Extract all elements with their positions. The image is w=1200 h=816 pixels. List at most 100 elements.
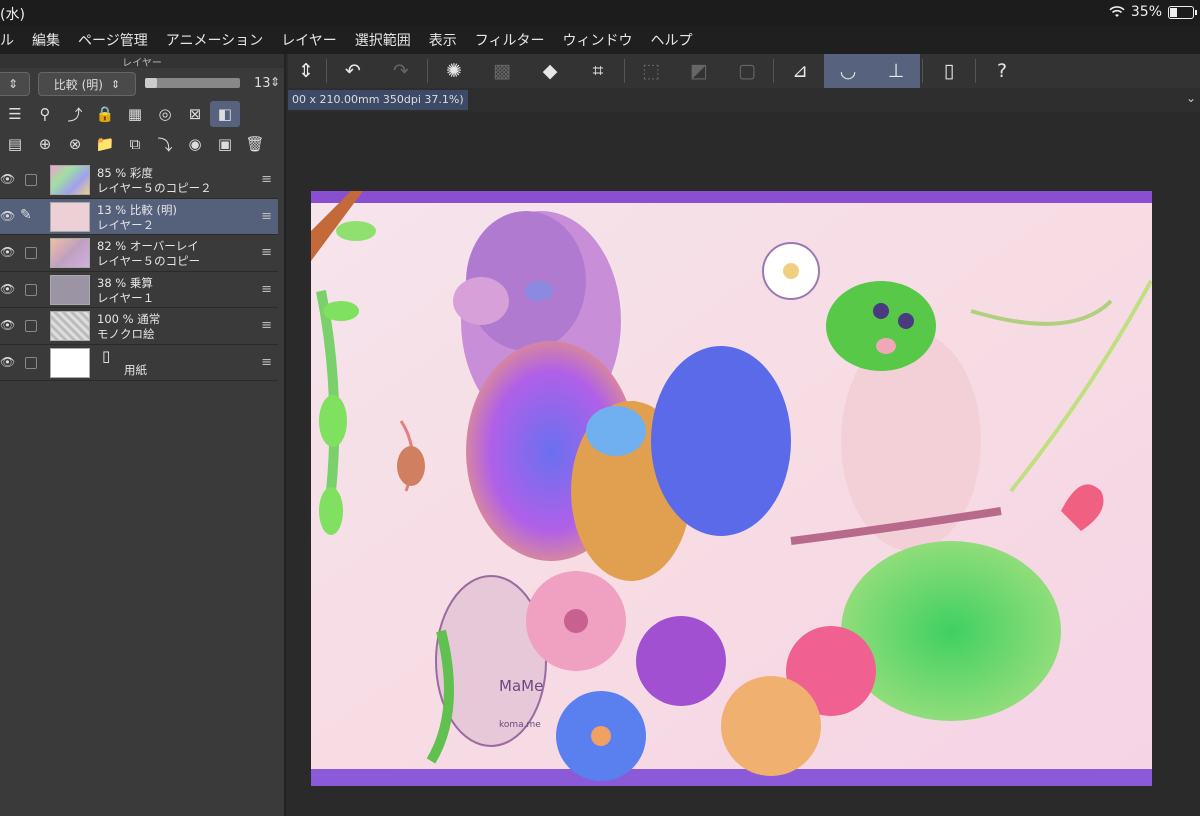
drag-handle-icon[interactable]: ≡ xyxy=(261,172,272,187)
show-selection-icon[interactable]: ▢ xyxy=(723,54,771,88)
layer-checkbox[interactable] xyxy=(25,320,37,332)
transfer-layer-icon[interactable]: ⧉ xyxy=(120,131,150,157)
stack-icon[interactable]: ☰ xyxy=(0,101,30,127)
document-tab[interactable]: 00 x 210.00mm 350dpi 37.1%) xyxy=(288,90,468,110)
drag-handle-icon[interactable]: ≡ xyxy=(261,355,272,370)
snap-grid-icon[interactable]: ⊥ xyxy=(872,54,920,88)
merge-layer-icon[interactable]: ⤵ xyxy=(150,131,180,157)
eye-icon[interactable]: 👁 xyxy=(0,172,15,186)
layer-list: 👁 85 % 彩度 レイヤー５のコピー２ ≡ 👁 ✎ 13 % 比較 (明) レ… xyxy=(0,162,278,381)
fill-icon[interactable]: ◆ xyxy=(526,54,574,88)
new-raster-layer-icon[interactable]: ⊕ xyxy=(30,131,60,157)
deselect-icon[interactable]: ⬚ xyxy=(627,54,675,88)
wifi-icon xyxy=(1109,6,1125,17)
opacity-stepper[interactable]: ⇕ xyxy=(270,75,280,89)
menu-item-page[interactable]: ページ管理 xyxy=(78,30,148,50)
drag-handle-icon[interactable]: ≡ xyxy=(261,209,272,224)
battery-icon xyxy=(1168,5,1197,19)
color-mode-select[interactable]: ⇕ xyxy=(0,72,30,96)
layer-name: レイヤー５のコピー２ xyxy=(97,181,212,195)
menu-item-help[interactable]: ヘルプ xyxy=(651,30,693,50)
snap-ruler-icon[interactable]: ⊿ xyxy=(776,54,824,88)
redo-icon[interactable]: ↷ xyxy=(377,54,425,88)
transform-icon[interactable]: ⌗ xyxy=(574,54,622,88)
layer-color-icon[interactable]: ◧ xyxy=(210,101,240,127)
layer-checkbox[interactable] xyxy=(25,174,37,186)
chevron-updown-icon: ⇕ xyxy=(110,77,121,91)
layer-name: モノクロ絵 xyxy=(97,327,155,341)
layer-options-row: ☰ ⚲ ⤴ 🔒 ▦ ◎ ⊠ ◧ xyxy=(0,100,286,128)
blend-mode-value: 比較 (明) xyxy=(53,77,103,92)
layer-info: 82 % オーバーレイ xyxy=(97,239,199,253)
toolbar-divider xyxy=(326,59,327,83)
layer-checkbox[interactable] xyxy=(25,283,37,296)
invert-selection-icon[interactable]: ◩ xyxy=(675,54,723,88)
new-vector-layer-icon[interactable]: ⊗ xyxy=(60,131,90,157)
drag-handle-icon[interactable]: ≡ xyxy=(261,245,272,260)
layer-row[interactable]: 👁 38 % 乗算 レイヤー１ ≡ xyxy=(0,271,278,308)
layer-row[interactable]: 👁 82 % オーバーレイ レイヤー５のコピー ≡ xyxy=(0,235,278,272)
layer-mask-apply-icon[interactable]: ▣ xyxy=(210,131,240,157)
opacity-slider[interactable] xyxy=(145,78,240,88)
loading-icon[interactable]: ✺ xyxy=(430,54,478,88)
layer-info: 13 % 比較 (明) xyxy=(97,202,177,217)
artwork-illustration: MaMe koma.me xyxy=(311,191,1152,786)
opacity-slider-fill xyxy=(145,78,158,88)
layer-list-icon[interactable]: ▤ xyxy=(0,131,30,157)
trash-icon[interactable]: 🗑 xyxy=(240,131,270,157)
layer-row[interactable]: 👁 85 % 彩度 レイヤー５のコピー２ ≡ xyxy=(0,162,278,199)
layer-info: 100 % 通常 xyxy=(97,312,161,326)
collapse-toolbar-icon[interactable]: ⇕ xyxy=(288,54,324,88)
layer-mask-icon[interactable]: ◉ xyxy=(180,131,210,157)
eye-icon[interactable]: 👁 xyxy=(0,355,15,369)
menu-item-layer[interactable]: レイヤー xyxy=(281,30,337,50)
layer-name: レイヤー５のコピー xyxy=(97,254,201,268)
clip-icon[interactable]: ⤴ xyxy=(60,101,90,127)
artwork-canvas[interactable]: MaMe koma.me xyxy=(311,191,1152,786)
eye-icon[interactable]: 👁 xyxy=(0,282,15,296)
eye-icon[interactable]: 👁 xyxy=(0,245,15,259)
layer-panel: レイヤー ⇕ 比較 (明) ⇕ 13 ⇕ ☰ ⚲ ⤴ 🔒 ▦ ◎ ⊠ ◧ ▤ ⊕… xyxy=(0,54,286,816)
mask-off-icon[interactable]: ⊠ xyxy=(180,101,210,127)
status-right: 35% xyxy=(1109,4,1197,20)
menu-item-file[interactable]: ル xyxy=(0,30,14,50)
menu-item-edit[interactable]: 編集 xyxy=(32,30,60,50)
menu-item-window[interactable]: ウィンドウ xyxy=(563,30,633,50)
layer-row[interactable]: 👁 ▯ 用紙 ≡ xyxy=(0,344,278,381)
blend-row: ⇕ 比較 (明) ⇕ 13 ⇕ xyxy=(0,70,286,98)
drag-handle-icon[interactable]: ≡ xyxy=(261,282,272,297)
menu-item-animation[interactable]: アニメーション xyxy=(166,30,263,50)
paper-icon: ▯ xyxy=(102,346,111,365)
eye-icon[interactable]: 👁 xyxy=(0,318,15,332)
opacity-value: 13 xyxy=(254,76,271,91)
layer-checkbox[interactable] xyxy=(25,247,37,259)
layer-checkbox[interactable] xyxy=(25,356,37,369)
layer-row[interactable]: 👁 ✎ 13 % 比較 (明) レイヤー２ ≡ xyxy=(0,198,278,235)
layer-actions-row: ▤ ⊕ ⊗ 📁 ⧉ ⤵ ◉ ▣ 🗑 xyxy=(0,130,286,158)
chevron-down-icon[interactable]: ⌄ xyxy=(1186,91,1196,105)
blend-mode-select[interactable]: 比較 (明) ⇕ xyxy=(38,72,136,96)
layer-panel-title: レイヤー xyxy=(0,54,284,69)
transparency-lock-icon[interactable]: ▦ xyxy=(120,101,150,127)
command-bar: ⇕ ↶ ↷ ✺ ▩ ◆ ⌗ ⬚ ◩ ▢ ⊿ ◡ ⊥ ▯ ? xyxy=(288,54,1200,88)
undo-icon[interactable]: ↶ xyxy=(329,54,377,88)
layer-row[interactable]: 👁 100 % 通常 モノクロ絵 ≡ xyxy=(0,308,278,345)
new-folder-icon[interactable]: 📁 xyxy=(90,131,120,157)
eye-icon[interactable]: 👁 xyxy=(0,209,15,223)
reference-layer-icon[interactable]: ⚲ xyxy=(30,101,60,127)
lock-icon[interactable]: 🔒 xyxy=(90,101,120,127)
menu-item-selection[interactable]: 選択範囲 xyxy=(355,30,411,50)
help-icon[interactable]: ? xyxy=(978,54,1026,88)
mask-icon[interactable]: ◎ xyxy=(150,101,180,127)
clear-icon[interactable]: ▩ xyxy=(478,54,526,88)
drag-handle-icon[interactable]: ≡ xyxy=(261,318,272,333)
layer-name: 用紙 xyxy=(124,362,147,377)
device-settings-icon[interactable]: ▯ xyxy=(925,54,973,88)
menu-item-filter[interactable]: フィルター xyxy=(475,30,545,50)
canvas-workspace[interactable]: MaMe koma.me xyxy=(288,112,1200,816)
toolbar-divider xyxy=(624,59,625,83)
menu-item-view[interactable]: 表示 xyxy=(429,30,457,50)
snap-special-ruler-icon[interactable]: ◡ xyxy=(824,54,872,88)
layer-thumbnail xyxy=(50,201,90,232)
layer-thumbnail xyxy=(50,347,90,378)
